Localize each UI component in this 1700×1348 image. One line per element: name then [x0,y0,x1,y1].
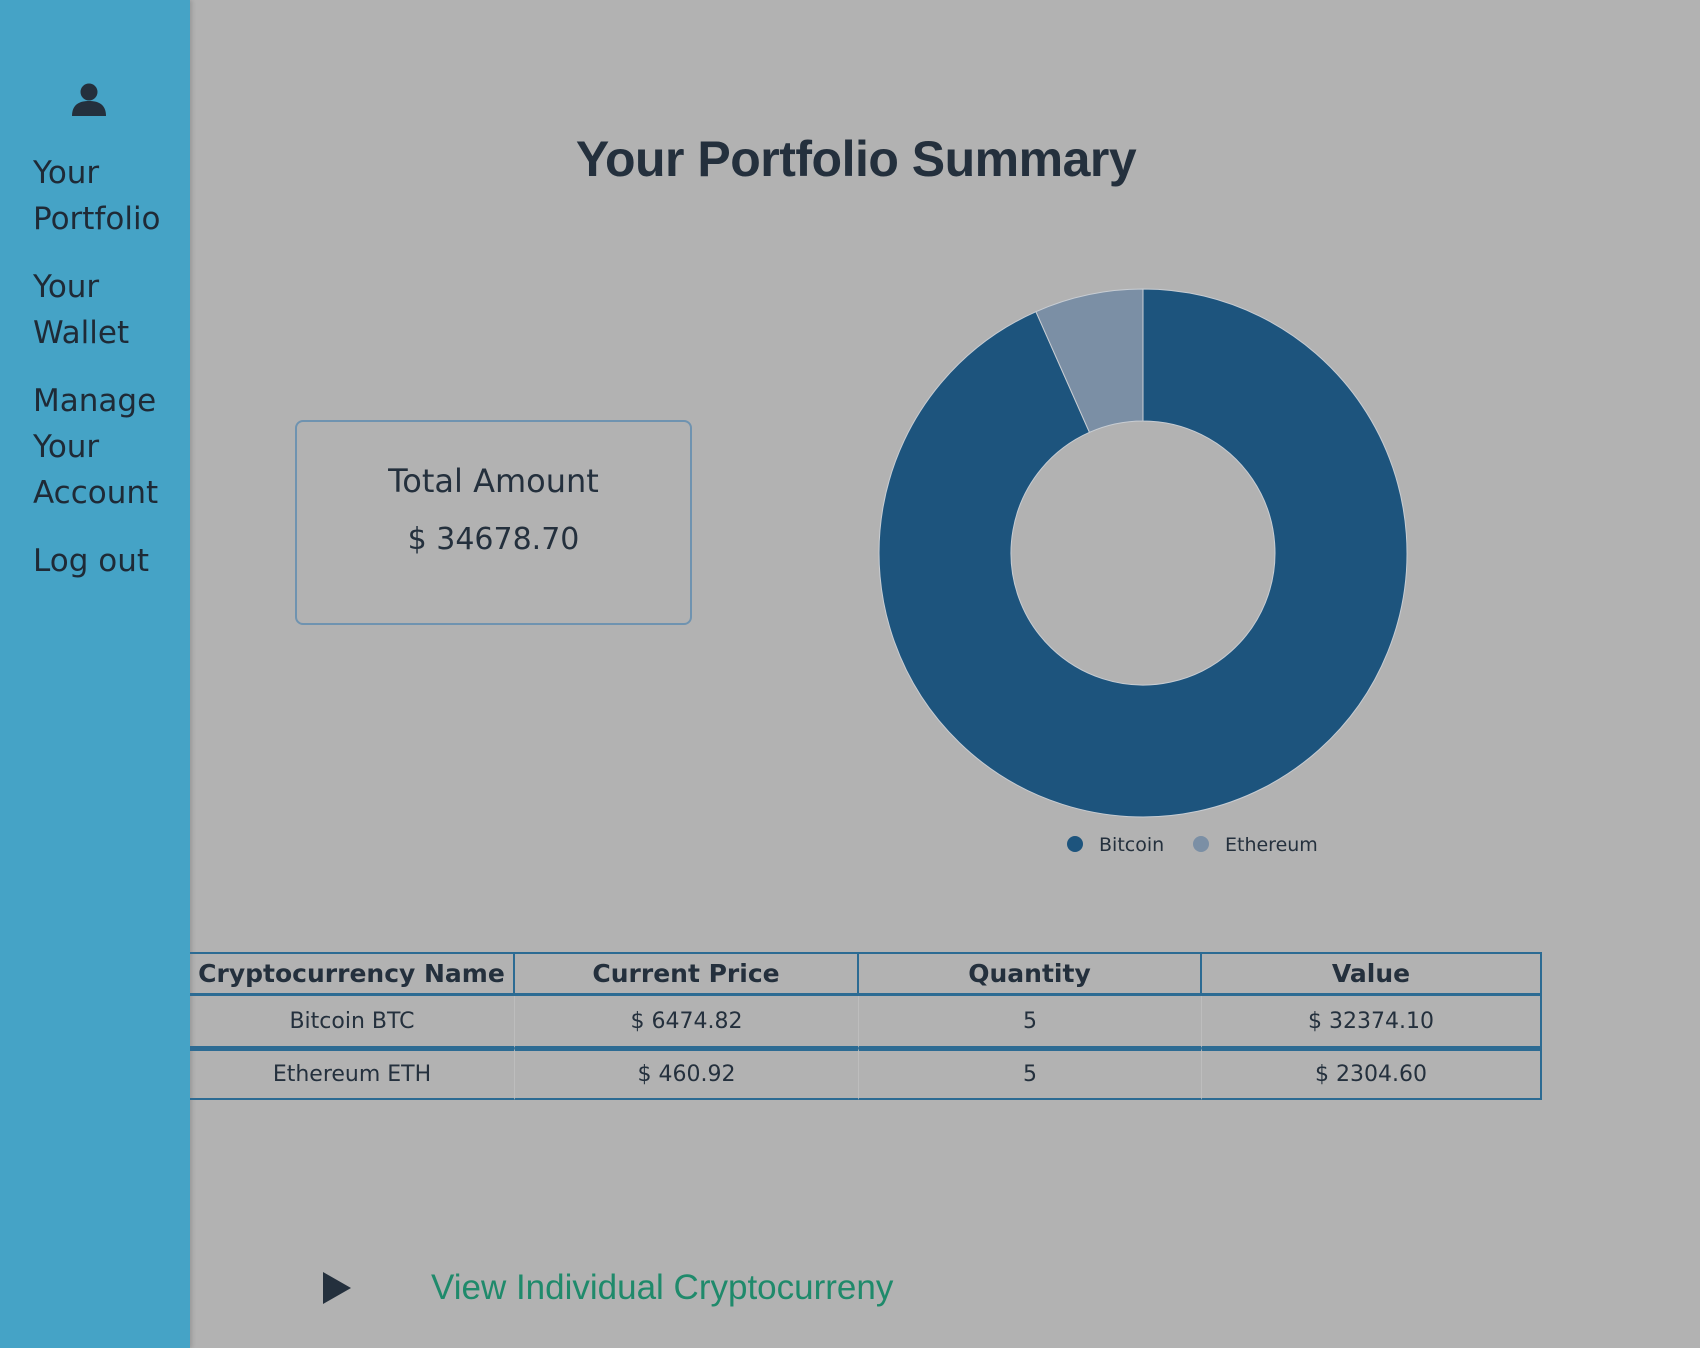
legend-label-ethereum[interactable]: Ethereum [1225,834,1318,856]
cell-value: $ 2304.60 [1202,1048,1542,1100]
sidebar: Your Portfolio Your Wallet Manage Your A… [0,0,190,1348]
cell-value: $ 32374.10 [1202,996,1542,1048]
cell-name: Ethereum ETH [190,1048,515,1100]
sidebar-item-logout[interactable]: Log out [33,538,183,584]
cell-price: $ 6474.82 [515,996,859,1048]
portfolio-doughnut-chart: Bitcoin Ethereum [810,280,1410,860]
sidebar-item-wallet[interactable]: Your Wallet [33,264,183,356]
sidebar-nav: Your Portfolio Your Wallet Manage Your A… [33,150,183,606]
header-price[interactable]: Current Price [515,952,859,996]
header-quantity[interactable]: Quantity [859,952,1202,996]
table-row[interactable]: Ethereum ETH $ 460.92 5 $ 2304.60 [190,1048,1542,1100]
total-amount-value: $ 34678.70 [407,522,580,557]
user-icon[interactable] [70,82,108,116]
view-individual-link-label[interactable]: View Individual Cryptocurreny [431,1268,893,1308]
cell-price: $ 460.92 [515,1048,859,1100]
table-header-row: Cryptocurrency Name Current Price Quanti… [190,952,1542,996]
legend-marker-bitcoin[interactable] [1067,836,1083,852]
sidebar-item-portfolio[interactable]: Your Portfolio [33,150,183,242]
page-title: Your Portfolio Summary [575,131,1137,187]
cell-name: Bitcoin BTC [190,996,515,1048]
view-individual-link[interactable]: View Individual Cryptocurreny [323,1268,893,1308]
table-row[interactable]: Bitcoin BTC $ 6474.82 5 $ 32374.10 [190,996,1542,1048]
header-name[interactable]: Cryptocurrency Name [190,952,515,996]
header-value[interactable]: Value [1202,952,1542,996]
legend-marker-ethereum[interactable] [1193,836,1209,852]
sidebar-item-manage-account[interactable]: Manage Your Account [33,378,183,516]
cell-quantity: 5 [859,996,1202,1048]
doughnut-chart-svg: Bitcoin Ethereum [878,288,1408,856]
play-icon[interactable] [323,1272,351,1304]
legend-label-bitcoin[interactable]: Bitcoin [1099,834,1164,856]
main-content: Your Portfolio Summary Total Amount $ 34… [190,0,1700,1348]
portfolio-table: Cryptocurrency Name Current Price Quanti… [190,952,1542,1100]
total-amount-label: Total Amount [388,462,599,500]
cell-quantity: 5 [859,1048,1202,1100]
total-amount-card: Total Amount $ 34678.70 [295,420,692,625]
